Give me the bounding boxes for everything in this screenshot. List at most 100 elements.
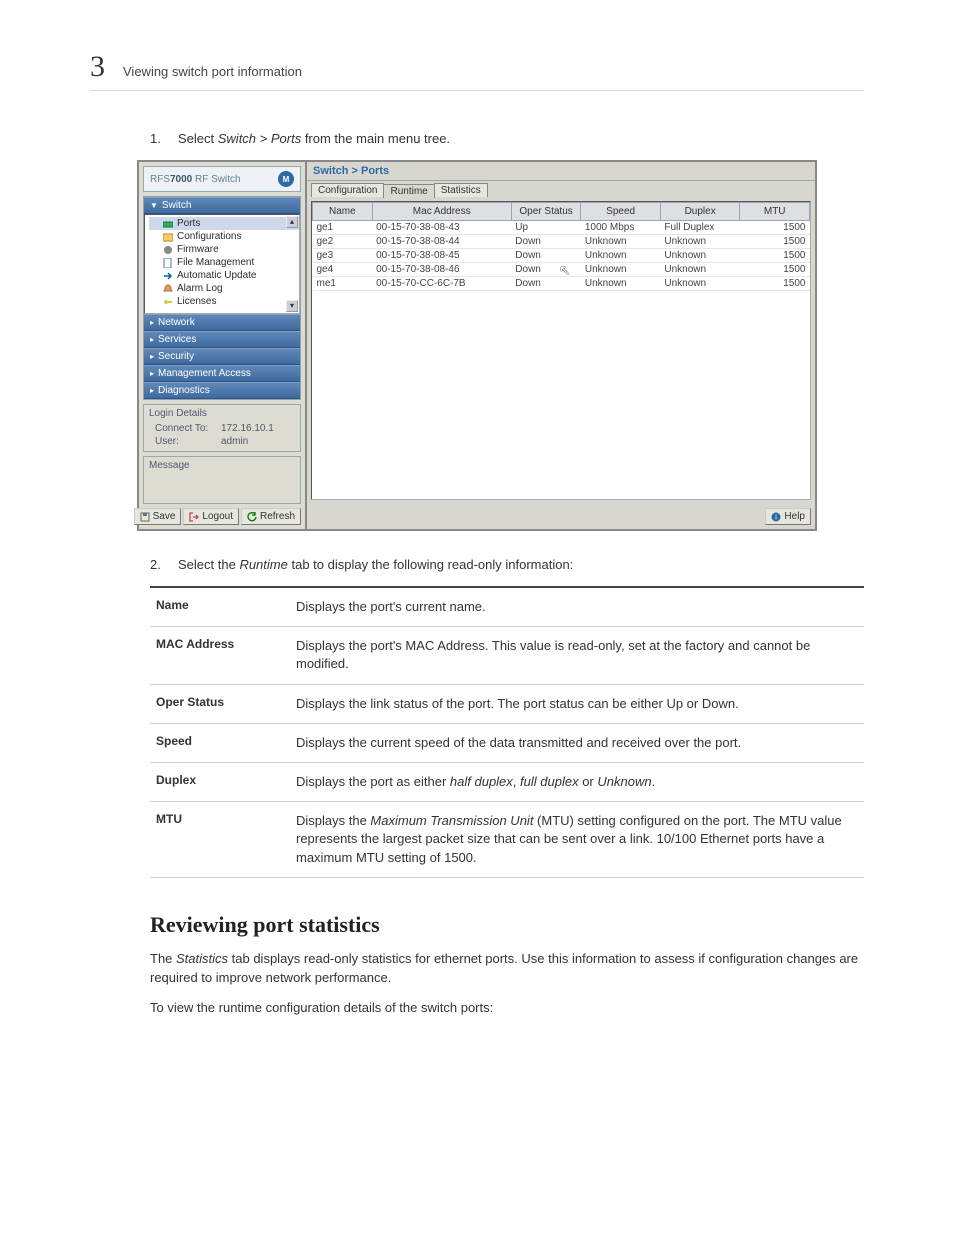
gear-icon [163,245,173,255]
cell: 1500 [740,235,810,249]
section-paragraph-2: To view the runtime configuration detail… [150,999,864,1018]
cell: ge1 [313,221,373,235]
cell: 00-15-70-38-08-44 [372,235,511,249]
definition-desc: Displays the port's MAC Address. This va… [290,627,864,684]
section-heading: Reviewing port statistics [150,912,864,938]
cell: Unknown [581,263,661,277]
user-label: User: [155,436,215,447]
col-speed[interactable]: Speed [581,203,661,221]
chevron-right-icon: ▸ [150,318,154,327]
cell: ge4 [313,263,373,277]
cell: 1500 [740,221,810,235]
scroll-down-icon[interactable]: ▾ [286,300,298,312]
cell: Full Duplex [660,221,740,235]
table-row[interactable]: ge300-15-70-38-08-45DownUnknownUnknown15… [313,249,810,263]
tree-item-licenses[interactable]: Licenses [149,295,299,308]
col-status[interactable]: Oper Status [511,203,581,221]
logout-button[interactable]: Logout [183,508,239,525]
logout-icon [189,512,199,522]
nav-section-services[interactable]: ▸Services [144,331,300,348]
nav-section-network[interactable]: ▸Network [144,314,300,331]
chevron-right-icon: ▸ [150,386,154,395]
step-1-number: 1. [150,131,166,146]
tree-item-alarm-log[interactable]: Alarm Log [149,282,299,295]
cell: 00-15-70-38-08-45 [372,249,511,263]
table-row[interactable]: ge200-15-70-38-08-44DownUnknownUnknown15… [313,235,810,249]
step-1: 1. Select Switch > Ports from the main m… [150,131,864,146]
tree-item-firmware[interactable]: Firmware [149,243,299,256]
key-icon [163,297,173,307]
ports-icon [163,219,173,229]
message-heading: Message [149,460,190,471]
chapter-title: Viewing switch port information [123,64,302,79]
refresh-button[interactable]: Refresh [241,508,301,525]
col-name[interactable]: Name [313,203,373,221]
cell: Down [511,249,581,263]
cell: ge2 [313,235,373,249]
tree-item-file-management[interactable]: File Management [149,256,299,269]
sidebar-buttons: Save Logout Refresh [143,508,301,525]
help-button[interactable]: i Help [765,508,811,525]
login-details: Login Details Connect To: 172.16.10.1 Us… [143,404,301,452]
switch-subtree: ▴ Ports Configurations [144,214,300,314]
nav-section-switch[interactable]: ▼ Switch [144,197,300,214]
nav-section-security[interactable]: ▸Security [144,348,300,365]
tab-statistics[interactable]: Statistics [434,183,488,197]
cell: 00-15-70-CC-6C-7B [372,277,511,291]
ports-grid-wrap: Name Mac Address Oper Status Speed Duple… [311,201,811,500]
app-window: RFS7000 RF Switch M ▼ Switch ▴ Ports [137,160,817,531]
connect-to-value: 172.16.10.1 [221,423,274,434]
definition-table: NameDisplays the port's current name.MAC… [150,586,864,878]
definition-row: SpeedDisplays the current speed of the d… [150,723,864,762]
login-heading: Login Details [149,408,295,419]
arrow-right-icon [163,271,173,281]
ports-grid: Name Mac Address Oper Status Speed Duple… [312,202,810,291]
page-header: 3 Viewing switch port information [90,50,864,91]
definition-row: Oper StatusDisplays the link status of t… [150,684,864,723]
definition-row: DuplexDisplays the port as either half d… [150,762,864,801]
definition-term: MTU [150,802,290,878]
definition-row: MTUDisplays the Maximum Transmission Uni… [150,802,864,878]
cell: Unknown [660,249,740,263]
scroll-up-icon[interactable]: ▴ [286,216,298,228]
definition-desc: Displays the current speed of the data t… [290,723,864,762]
cell: ge3 [313,249,373,263]
definition-term: Oper Status [150,684,290,723]
chevron-right-icon: ▸ [150,335,154,344]
tabs: Configuration Runtime Statistics [311,183,811,197]
table-row[interactable]: ge100-15-70-38-08-43Up1000 MbpsFull Dupl… [313,221,810,235]
tree-item-automatic-update[interactable]: Automatic Update [149,269,299,282]
message-box: Message [143,456,301,504]
definition-desc: Displays the port's current name. [290,587,864,627]
cell: Unknown [581,235,661,249]
col-mac[interactable]: Mac Address [372,203,511,221]
table-row[interactable]: me100-15-70-CC-6C-7BDownUnknownUnknown15… [313,277,810,291]
step-2-number: 2. [150,557,166,572]
cell: 1000 Mbps [581,221,661,235]
brand-bar: RFS7000 RF Switch M [143,166,301,192]
tab-configuration[interactable]: Configuration [311,183,384,197]
col-mtu[interactable]: MTU [740,203,810,221]
col-duplex[interactable]: Duplex [660,203,740,221]
tab-runtime[interactable]: Runtime [383,184,434,198]
cell: Unknown [660,263,740,277]
table-row[interactable]: ge400-15-70-38-08-46DownUnknownUnknown15… [313,263,810,277]
brand-logo-icon: M [278,171,294,187]
definition-row: MAC AddressDisplays the port's MAC Addre… [150,627,864,684]
definition-desc: Displays the link status of the port. Th… [290,684,864,723]
step-2: 2. Select the Runtime tab to display the… [150,557,864,572]
cell: 1500 [740,249,810,263]
brand-text: RFS7000 RF Switch [150,174,241,185]
nav-section-diagnostics[interactable]: ▸Diagnostics [144,382,300,399]
definition-row: NameDisplays the port's current name. [150,587,864,627]
nav-section-management-access[interactable]: ▸Management Access [144,365,300,382]
definition-term: Name [150,587,290,627]
cell: Down [511,263,581,277]
definition-term: MAC Address [150,627,290,684]
save-button[interactable]: Save [134,508,182,525]
cell: Unknown [581,277,661,291]
tree-item-ports[interactable]: Ports [149,217,299,230]
help-icon: i [771,512,781,522]
connect-to-label: Connect To: [155,423,215,434]
tree-item-configurations[interactable]: Configurations [149,230,299,243]
